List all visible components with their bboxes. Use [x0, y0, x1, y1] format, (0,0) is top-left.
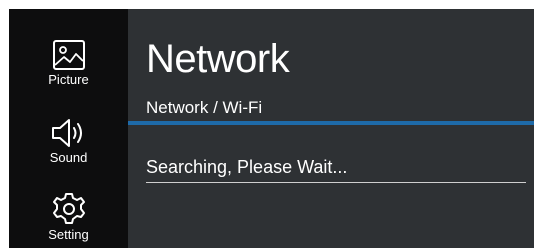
- status-row[interactable]: Searching, Please Wait...: [146, 156, 526, 183]
- speaker-icon: [9, 117, 128, 149]
- sidebar-item-label: Picture: [48, 72, 89, 87]
- sidebar-item-sound[interactable]: Sound: [9, 117, 128, 165]
- sidebar: Picture Sound Setting: [9, 9, 128, 248]
- status-text: Searching, Please Wait...: [146, 157, 348, 177]
- page-title: Network: [146, 37, 290, 81]
- accent-divider: [128, 121, 534, 125]
- sidebar-item-picture[interactable]: Picture: [9, 39, 128, 87]
- network-panel: Network Network / Wi-Fi Searching, Pleas…: [128, 9, 534, 248]
- tv-menu-screen: Picture Sound Setting Network Network / …: [9, 9, 534, 248]
- sidebar-item-label: Setting: [48, 227, 89, 242]
- sidebar-item-label: Sound: [49, 150, 88, 165]
- gear-icon: [9, 192, 128, 226]
- picture-icon: [9, 39, 128, 71]
- breadcrumb: Network / Wi-Fi: [146, 98, 263, 117]
- sidebar-item-setting[interactable]: Setting: [9, 192, 128, 242]
